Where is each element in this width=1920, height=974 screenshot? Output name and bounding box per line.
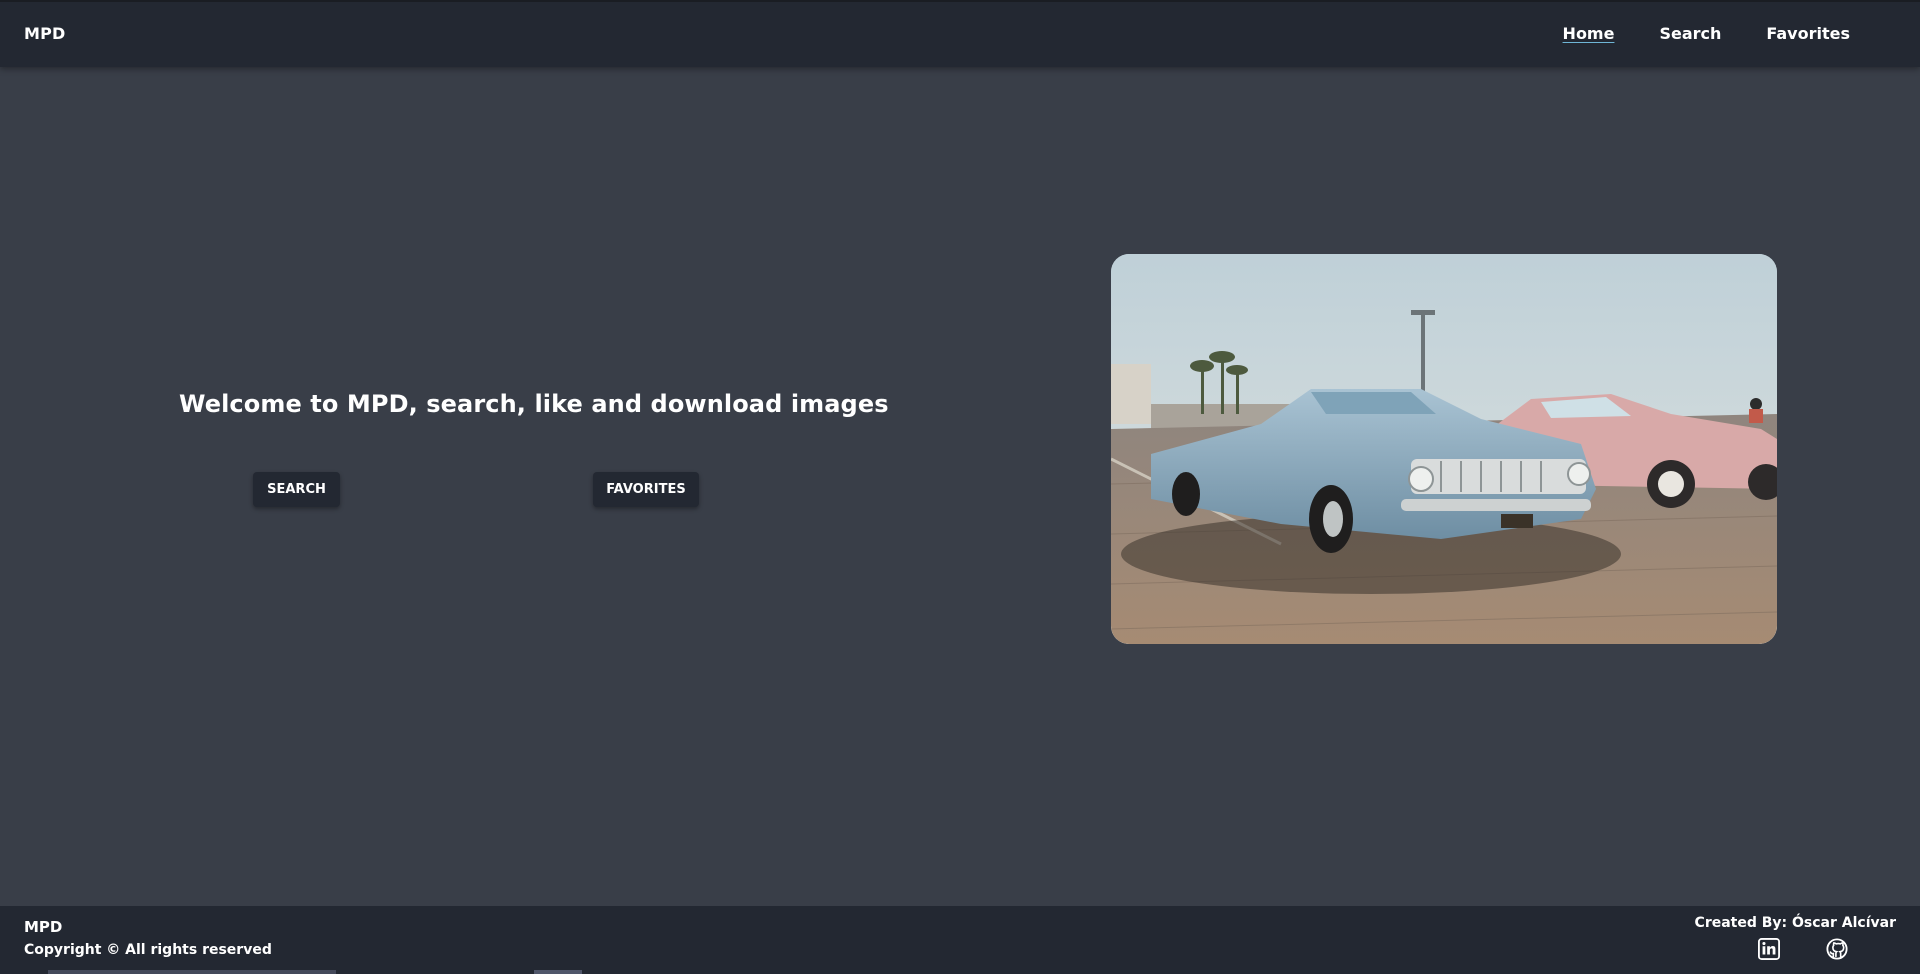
- footer-brand: MPD: [24, 918, 63, 936]
- favorites-button[interactable]: FAVORITES: [593, 472, 699, 507]
- search-button[interactable]: SEARCH: [253, 472, 340, 507]
- linkedin-icon[interactable]: [1758, 938, 1780, 960]
- hero-image: [1111, 254, 1777, 644]
- scrollbar-thumb[interactable]: [534, 970, 582, 974]
- nav-link-favorites[interactable]: Favorites: [1766, 24, 1850, 43]
- creator-credit: Created By: Óscar Alcívar: [1694, 915, 1896, 931]
- footer: MPD Copyright © All rights reserved Crea…: [0, 906, 1920, 974]
- hero-heading: Welcome to MPD, search, like and downloa…: [179, 390, 889, 418]
- nav-link-search[interactable]: Search: [1659, 24, 1721, 43]
- horizontal-scrollbar[interactable]: [48, 970, 336, 974]
- nav-links: Home Search Favorites: [1563, 24, 1850, 43]
- brand-logo[interactable]: MPD: [24, 24, 66, 43]
- github-icon[interactable]: [1826, 938, 1848, 960]
- vintage-cars-photo: [1111, 254, 1777, 644]
- copyright-text: Copyright © All rights reserved: [24, 942, 272, 958]
- nav-link-home[interactable]: Home: [1563, 24, 1615, 43]
- top-navbar: MPD Home Search Favorites: [0, 0, 1920, 67]
